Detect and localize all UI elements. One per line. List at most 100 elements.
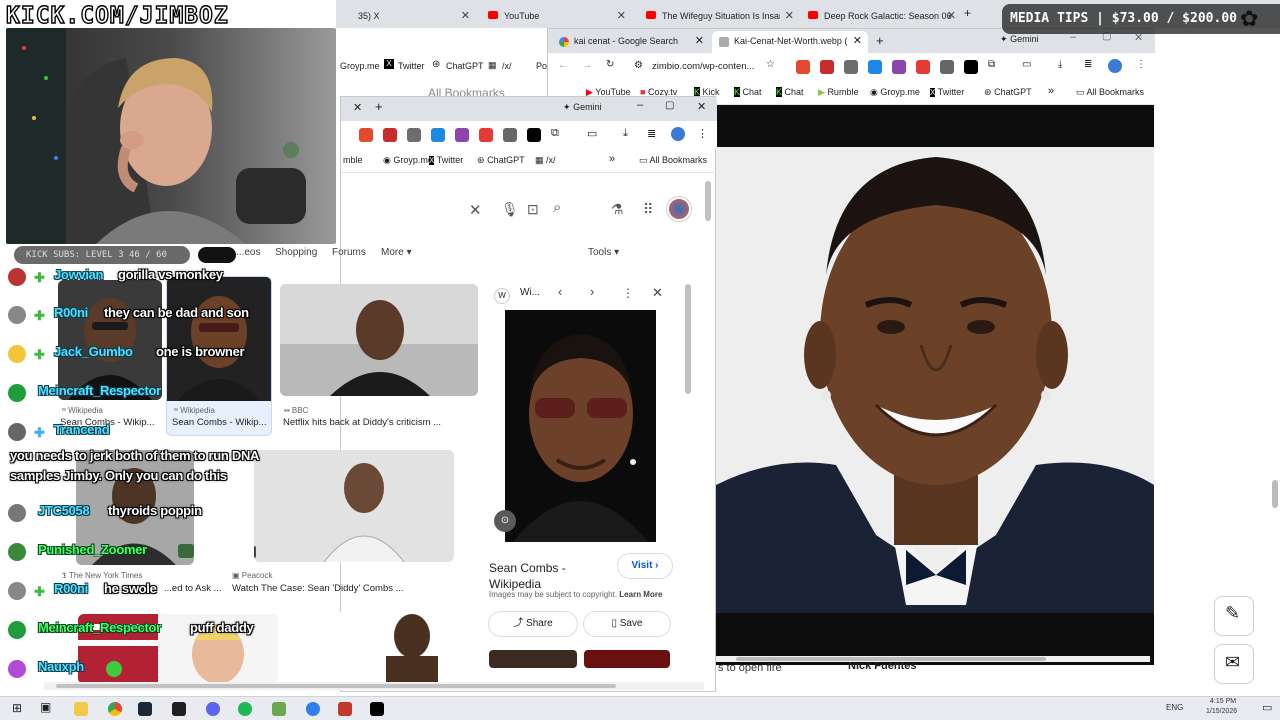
extension-icon[interactable] — [503, 128, 517, 142]
lens-search-icon[interactable]: ⊙ — [494, 510, 516, 532]
mail-button[interactable]: ✉ — [1214, 644, 1254, 684]
close-icon[interactable]: ✕ — [353, 101, 362, 114]
sidepanel-icon[interactable]: ▭ — [1022, 59, 1031, 70]
extension-icon[interactable] — [940, 60, 954, 74]
related-image[interactable] — [584, 650, 670, 668]
panel-title[interactable]: Sean Combs - Wikipedia — [489, 560, 599, 592]
bookmark-chat[interactable]: K Chat — [734, 87, 762, 97]
tab-deep-rock[interactable]: Deep Rock Galactic: Season 06 ✕ — [802, 4, 962, 28]
profile-avatar[interactable] — [1108, 59, 1122, 73]
panel-scrollbar-thumb[interactable] — [685, 284, 691, 394]
tab-kai-image[interactable]: Kai-Cenat-Net-Worth.webp (12... ✕ — [712, 31, 868, 53]
visit-button[interactable]: Visit › — [618, 554, 672, 578]
task-view-icon[interactable]: ▣ — [40, 700, 51, 714]
bookmark-groyp[interactable]: ◉ Groyp.me — [870, 87, 920, 98]
extensions-icon[interactable]: ≣ — [1084, 59, 1092, 70]
puzzle-icon[interactable]: ⧉ — [551, 127, 559, 140]
download-icon[interactable]: ⤓ — [623, 127, 628, 140]
forward-icon[interactable]: → — [582, 60, 592, 71]
x-icon[interactable] — [527, 128, 541, 142]
app-icon[interactable] — [306, 702, 320, 716]
close-icon[interactable]: ✕ — [947, 6, 956, 26]
extension-icon[interactable] — [455, 128, 469, 142]
close-window-icon[interactable]: ✕ — [697, 100, 706, 113]
apps-icon[interactable]: ⠿ — [643, 201, 653, 218]
learn-more-link[interactable]: Learn More — [619, 590, 662, 599]
extension-icon[interactable] — [407, 128, 421, 142]
gemini-button[interactable]: ✦ Gemini — [563, 102, 602, 113]
bookmark-item[interactable]: mble — [343, 155, 363, 165]
extension-icon[interactable] — [796, 60, 810, 74]
extension-icon[interactable] — [892, 60, 906, 74]
star-icon[interactable]: ☆ — [766, 59, 775, 70]
start-icon[interactable]: ⊞ — [12, 701, 22, 715]
search-icon[interactable]: ⌕ — [553, 199, 561, 216]
extension-icon[interactable] — [383, 128, 397, 142]
chevron-right-icon[interactable]: › — [590, 284, 594, 299]
filter-shopping[interactable]: Shopping — [275, 247, 317, 258]
steam-icon[interactable] — [138, 702, 152, 716]
kai-image[interactable] — [716, 105, 1154, 665]
bookmark-item[interactable]: Twitter — [398, 61, 425, 71]
close-icon[interactable]: ✕ — [785, 6, 794, 26]
menu-icon[interactable]: ⋮ — [697, 127, 708, 140]
app-icon[interactable] — [272, 702, 286, 716]
all-bookmarks[interactable]: ▭ All Bookmarks — [639, 155, 707, 166]
chevron-right-icon[interactable]: » — [609, 153, 615, 165]
tools-button[interactable]: Tools ▾ — [588, 247, 619, 258]
result-image[interactable] — [58, 280, 162, 400]
all-bookmarks[interactable]: ▭ All Bookmarks — [1076, 87, 1144, 98]
extension-icon[interactable] — [479, 128, 493, 142]
labs-icon[interactable]: ⚗ — [611, 201, 624, 218]
clock-time[interactable]: 4:15 PM — [1210, 698, 1236, 705]
kai-horizontal-scrollbar[interactable] — [716, 656, 1150, 662]
spotify-icon[interactable] — [238, 702, 252, 716]
close-icon[interactable]: ✕ — [853, 31, 862, 51]
lens-icon[interactable]: ⊡ — [527, 201, 539, 218]
scrollbar-thumb[interactable] — [56, 684, 616, 688]
site-info-icon[interactable]: ⚙ — [634, 60, 643, 71]
bookmark-groyp[interactable]: ◉ Groyp.me — [383, 155, 433, 166]
new-tab-icon[interactable]: + — [876, 33, 884, 48]
clock-date[interactable]: 1/15/2026 — [1206, 708, 1237, 715]
profile-avatar[interactable] — [671, 127, 685, 141]
chrome-icon[interactable] — [108, 702, 122, 716]
menu-icon[interactable]: ⋮ — [1136, 59, 1146, 70]
scrollbar-thumb[interactable] — [736, 657, 1046, 661]
notifications-icon[interactable]: ▭ — [1262, 701, 1272, 714]
preview-image[interactable] — [505, 310, 656, 542]
close-icon[interactable]: ✕ — [461, 6, 470, 26]
extension-icon[interactable] — [844, 60, 858, 74]
tab-wifeguy[interactable]: The Wifeguy Situation Is Insane ✕ — [640, 4, 800, 28]
profile-avatar[interactable] — [667, 197, 691, 221]
more-options-icon[interactable]: ⋮ — [622, 286, 634, 300]
chevron-left-icon[interactable]: ‹ — [558, 284, 562, 299]
result-caption[interactable]: Sean Combs - Wikip... — [172, 417, 270, 428]
new-tab-icon[interactable]: + — [375, 99, 383, 114]
x-icon[interactable] — [370, 702, 384, 716]
back-icon[interactable]: ← — [558, 60, 568, 71]
result-caption[interactable]: Netflix hits back at Diddy's criticism .… — [283, 417, 463, 428]
close-panel-icon[interactable]: ✕ — [652, 285, 663, 301]
mic-icon[interactable]: 🎙 — [501, 201, 519, 218]
sidepanel-icon[interactable]: ▭ — [587, 127, 597, 140]
discord-icon[interactable] — [206, 702, 220, 716]
chevron-right-icon[interactable]: » — [1048, 85, 1054, 97]
panel-source[interactable]: Wi... — [520, 287, 540, 298]
extensions-icon[interactable]: ≣ — [647, 127, 656, 140]
address-bar[interactable]: zimbio.com/wp-conten... — [652, 61, 754, 72]
extension-icon[interactable] — [820, 60, 834, 74]
bookmark-twitter[interactable]: X Twitter — [930, 87, 964, 97]
result-image[interactable] — [280, 284, 478, 396]
bookmark-item[interactable]: ChatGPT — [446, 61, 484, 71]
tab-kai-search[interactable]: kai cenat - Google Search ✕ — [552, 31, 710, 53]
extension-icon[interactable] — [868, 60, 882, 74]
tab-x[interactable]: 35) X ✕ — [336, 4, 476, 28]
tab-youtube[interactable]: YouTube ✕ — [482, 4, 632, 28]
close-icon[interactable]: ✕ — [617, 6, 626, 26]
bookmark-chatgpt[interactable]: ⊛ ChatGPT — [984, 87, 1032, 98]
file-explorer-icon[interactable] — [74, 702, 88, 716]
share-button[interactable]: ⤴ Share — [489, 612, 577, 636]
bookmark-chatgpt[interactable]: ⊛ ChatGPT — [477, 155, 525, 166]
reload-icon[interactable]: ↻ — [606, 59, 614, 70]
